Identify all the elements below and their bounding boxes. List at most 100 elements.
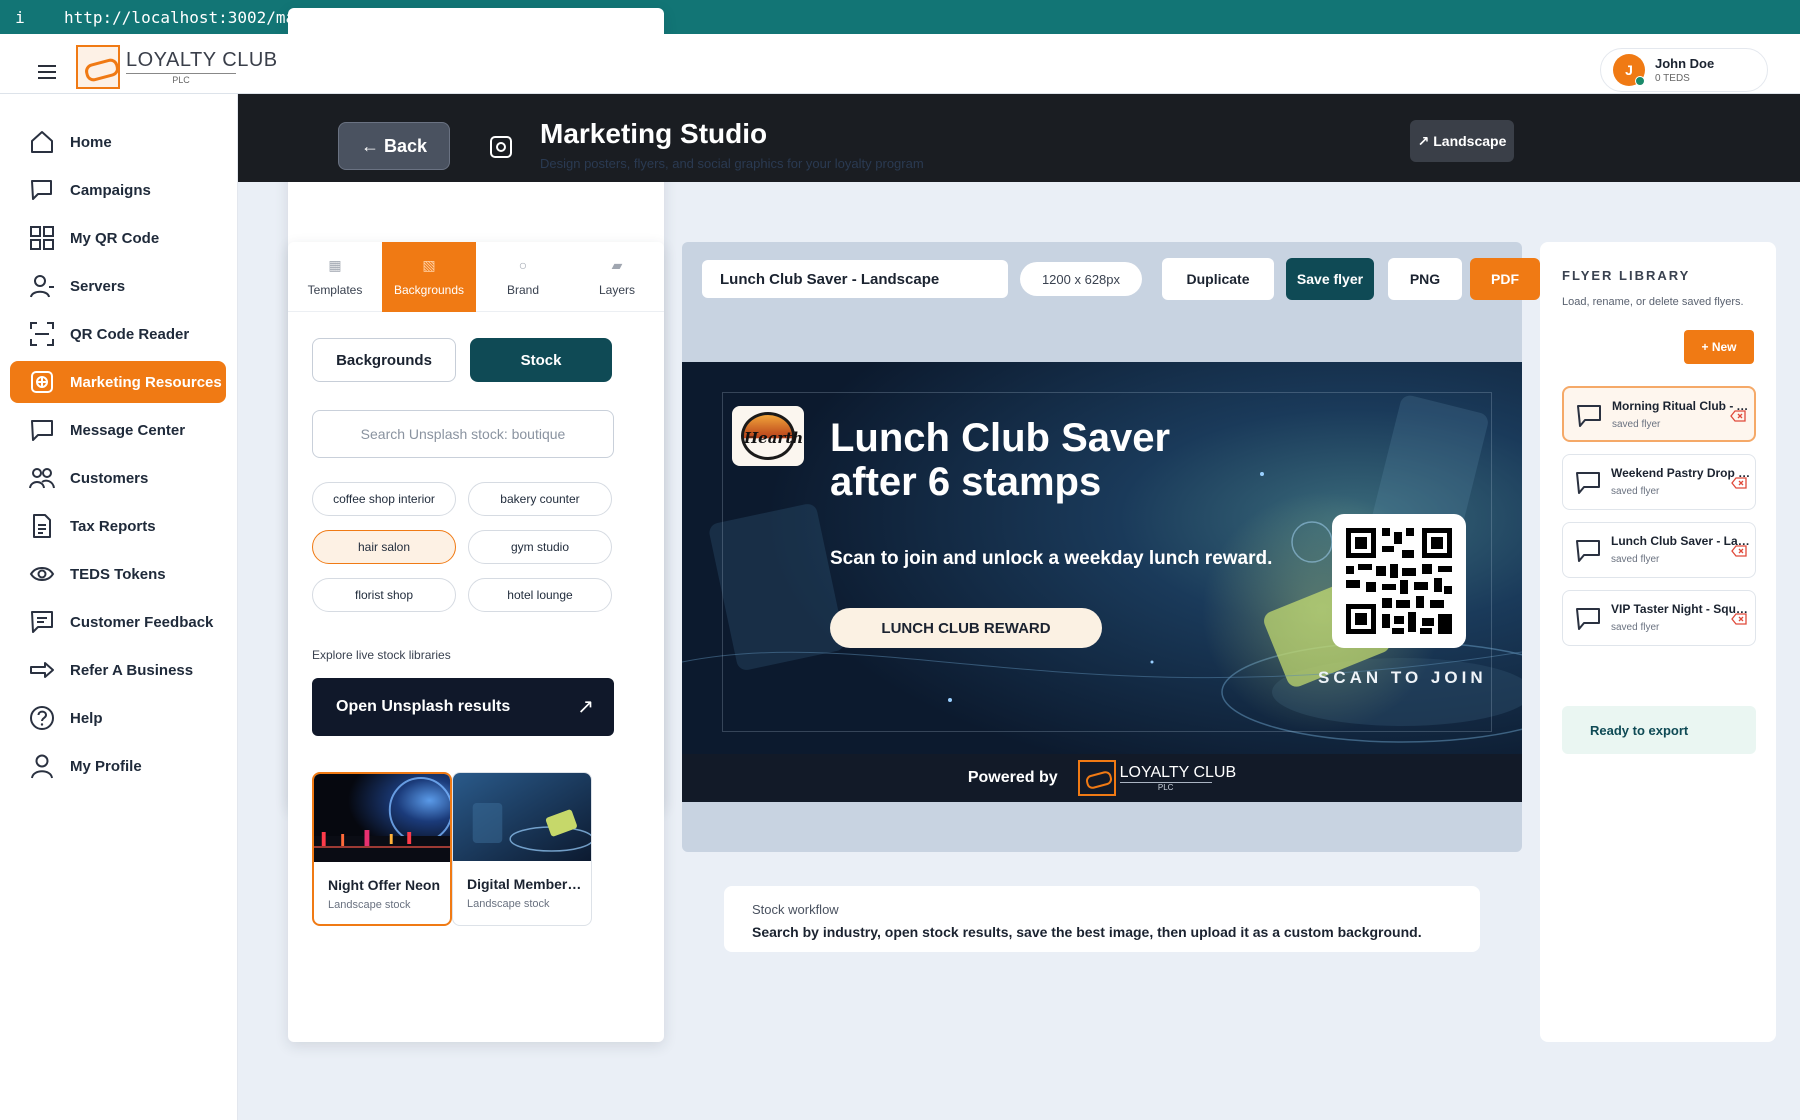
library-item[interactable]: Lunch Club Saver - Landscape saved flyer (1562, 522, 1756, 578)
user-menu[interactable]: J John Doe 0 TEDS (1600, 48, 1768, 92)
flyer-name-input[interactable]: Lunch Club Saver - Landscape (702, 260, 1008, 298)
sidebar-item-refer-a-business[interactable]: Refer A Business (10, 649, 226, 691)
sidebar-item-marketing-resources[interactable]: Marketing Resources (10, 361, 226, 403)
handshake-logo-icon (1077, 760, 1116, 796)
sidebar-item-label: Home (70, 133, 112, 151)
sidebar-item-help[interactable]: Help (10, 697, 226, 739)
sidebar-item-label: Customers (70, 469, 149, 487)
tab-brand[interactable]: ○ Brand (476, 242, 570, 312)
chip-gym-studio[interactable]: gym studio (468, 530, 612, 564)
landscape-button[interactable]: ↗ Landscape (1410, 120, 1514, 162)
library-item-subtitle: saved flyer (1612, 419, 1661, 430)
qr-code[interactable] (1332, 514, 1466, 648)
loyalty-club-logo[interactable]: LOYALTY CLUB PLC (76, 45, 278, 89)
back-button[interactable]: ← Back (338, 122, 450, 170)
thumb-subtitle: Landscape stock (467, 898, 550, 910)
duplicate-button[interactable]: Duplicate (1162, 258, 1274, 300)
flyer-headline[interactable]: Lunch Club Saver after 6 stamps (830, 416, 1250, 504)
library-item[interactable]: VIP Taster Night - Square saved flyer (1562, 590, 1756, 646)
sidebar-item-tax-reports[interactable]: Tax Reports (10, 505, 226, 547)
delete-icon[interactable] (1731, 613, 1747, 625)
scan-to-join-label[interactable]: SCAN TO JOIN (1318, 668, 1487, 688)
message-icon (1576, 472, 1600, 494)
logo-subtext: PLC (126, 73, 236, 85)
sidebar-item-label: QR Code Reader (70, 325, 190, 343)
sidebar-item-teds-tokens[interactable]: TEDS Tokens (10, 553, 226, 595)
delete-icon[interactable] (1730, 410, 1746, 422)
sidebar-item-campaigns[interactable]: Campaigns (10, 169, 226, 211)
flyer-cta[interactable]: LUNCH CLUB REWARD (830, 608, 1102, 648)
user-balance: 0 TEDS (1655, 73, 1690, 84)
save-flyer-button[interactable]: Save flyer (1286, 258, 1374, 300)
message-icon (1577, 405, 1601, 427)
thumb-subtitle: Landscape stock (328, 899, 411, 911)
delete-icon[interactable] (1731, 477, 1747, 489)
pdf-export-button[interactable]: PDF (1470, 258, 1540, 300)
brand-emblem: Hearth (741, 412, 803, 460)
info-icon[interactable]: i (0, 8, 40, 27)
tab-backgrounds[interactable]: ▧ Backgrounds (382, 242, 476, 312)
library-subtitle: Load, rename, or delete saved flyers. (1562, 296, 1744, 308)
tab-layers[interactable]: ▰ Layers (570, 242, 664, 312)
home-icon (28, 128, 56, 156)
library-item[interactable]: Morning Ritual Club - Auto saved flyer (1562, 386, 1756, 442)
top-header: LOYALTY CLUB PLC J John Doe 0 TEDS (0, 34, 1800, 94)
flyer-subtext[interactable]: Scan to join and unlock a weekday lunch … (830, 548, 1272, 570)
library-item-subtitle: saved flyer (1611, 486, 1660, 497)
tab-templates[interactable]: ▦ Templates (288, 242, 382, 312)
stock-toggle[interactable]: Stock (470, 338, 612, 382)
flyer-footer: Powered by LOYALTY CLUB PLC (682, 754, 1522, 802)
delete-icon[interactable] (1731, 545, 1747, 557)
workflow-description: Search by industry, open stock results, … (752, 924, 1422, 940)
sidebar-item-message-center[interactable]: Message Center (10, 409, 226, 451)
chip-florist-shop[interactable]: florist shop (312, 578, 456, 612)
avatar: J (1613, 54, 1645, 86)
chip-bakery-counter[interactable]: bakery counter (468, 482, 612, 516)
brand-logo[interactable]: Hearth (732, 406, 804, 466)
sidebar-item-label: My QR Code (70, 229, 160, 247)
explore-label: Explore live stock libraries (312, 648, 451, 662)
users-icon (28, 464, 56, 492)
sidebar-item-my-qr-code[interactable]: My QR Code (10, 217, 226, 259)
thumb-title: Night Offer Neon (328, 877, 440, 893)
sidebar-item-home[interactable]: Home (10, 121, 226, 163)
open-unsplash-button[interactable]: Open Unsplash results ↗ (312, 678, 614, 736)
help-icon (28, 704, 56, 732)
sidebar-item-customer-feedback[interactable]: Customer Feedback (10, 601, 226, 643)
library-item-subtitle: saved flyer (1611, 622, 1660, 633)
new-flyer-button[interactable]: + New (1684, 330, 1754, 364)
profile-icon (28, 752, 56, 780)
layers-icon: ▰ (611, 257, 623, 273)
campaign-icon (28, 176, 56, 204)
sidebar-item-label: My Profile (70, 757, 142, 775)
tab-label: Backgrounds (393, 283, 465, 297)
scan-icon (28, 320, 56, 348)
png-export-button[interactable]: PNG (1388, 258, 1462, 300)
hamburger-menu-icon[interactable] (38, 65, 56, 83)
brand-icon: ○ (518, 257, 528, 273)
page-title: Marketing Studio (540, 118, 768, 149)
canvas-size-badge: 1200 x 628px (1020, 262, 1142, 296)
logo-text: LOYALTY CLUB (126, 49, 278, 71)
backgrounds-toggle[interactable]: Backgrounds (312, 338, 456, 382)
sidebar-item-customers[interactable]: Customers (10, 457, 226, 499)
sidebar-item-my-profile[interactable]: My Profile (10, 745, 226, 787)
stock-thumb-digital-membership[interactable]: Digital Membership Glow Landscape stock (452, 772, 592, 926)
chip-hair-salon[interactable]: hair salon (312, 530, 456, 564)
chip-coffee-shop-interior[interactable]: coffee shop interior (312, 482, 456, 516)
library-item[interactable]: Weekend Pastry Drop - Square saved flyer (1562, 454, 1756, 510)
sidebar-item-qr-code-reader[interactable]: QR Code Reader (10, 313, 226, 355)
stock-search-input[interactable]: Search Unsplash stock: boutique (312, 410, 614, 458)
templates-icon: ▦ (328, 257, 342, 273)
chip-hotel-lounge[interactable]: hotel lounge (468, 578, 612, 612)
tools-panel: ▦ Templates ▧ Backgrounds ○ Brand ▰ Laye… (288, 242, 664, 1042)
library-item-title: Weekend Pastry Drop - Square (1611, 466, 1751, 480)
external-link-icon: ↗ (577, 696, 594, 718)
flyer-preview[interactable]: Hearth Lunch Club Saver after 6 stamps S… (682, 362, 1522, 802)
stock-thumb-night-offer-neon[interactable]: Night Offer Neon Landscape stock (312, 772, 452, 926)
flyer-library: FLYER LIBRARY Load, rename, or delete sa… (1540, 242, 1776, 1042)
refer-icon (28, 656, 56, 684)
eye-icon (28, 560, 56, 588)
marketing-icon (28, 368, 56, 396)
sidebar-item-servers[interactable]: Servers (10, 265, 226, 307)
